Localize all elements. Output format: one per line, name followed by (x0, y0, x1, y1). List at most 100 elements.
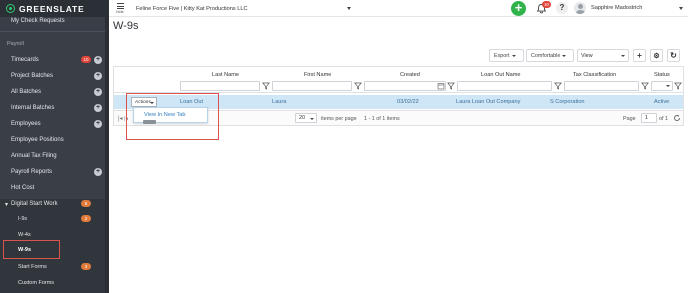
sidebar: GREENSLATE My Check Requests Payroll Tim… (0, 0, 109, 293)
chevron-down-icon (310, 117, 314, 120)
cell-first-name: Laura (272, 99, 287, 105)
timecards-count-badge: 10 (81, 56, 91, 63)
page-label: Page (623, 116, 636, 122)
sidebar-item-start-forms[interactable]: Start Forms 3 (0, 259, 109, 275)
sidebar-section-payroll: Payroll (7, 41, 24, 47)
sidebar-item-project-batches[interactable]: Project Batches + (0, 68, 109, 84)
items-per-page-label: items per page (321, 116, 357, 122)
add-payroll-report-icon[interactable]: + (94, 168, 102, 176)
project-name: Feline Force Five | Kitty Kat Production… (136, 5, 248, 12)
column-header-first-name[interactable]: First Name (304, 72, 331, 78)
column-header-created[interactable]: Created (400, 72, 420, 78)
sidebar-divider (0, 31, 109, 32)
loan-out-name-filter-input[interactable] (457, 81, 552, 91)
help-button[interactable]: ? (556, 2, 568, 14)
cell-status: Active (654, 99, 670, 105)
sidebar-item-label: Payroll Reports (11, 169, 53, 175)
tax-classification-filter-input[interactable] (564, 81, 639, 91)
sidebar-item-i9s[interactable]: I-9s 2 (0, 211, 109, 227)
filter-icon[interactable] (447, 82, 455, 90)
brand-name: GREENSLATE (19, 3, 85, 14)
sidebar-item-payroll-reports[interactable]: Payroll Reports + (0, 164, 109, 180)
pager-refresh-icon[interactable] (673, 114, 681, 122)
cell-loan-out-name: Laura Loan Out Company (456, 99, 521, 105)
user-name[interactable]: Sapphire Madostrich (591, 5, 642, 11)
sidebar-item-employee-positions[interactable]: Employee Positions (0, 132, 109, 148)
sidebar-scrollbar[interactable] (105, 17, 109, 293)
global-add-button[interactable]: + (511, 1, 526, 16)
refresh-icon[interactable]: ↻ (667, 49, 680, 62)
filter-icon[interactable] (554, 82, 562, 90)
sidebar-item-all-batches[interactable]: All Batches + (0, 84, 109, 100)
add-row-button[interactable]: + (633, 49, 646, 62)
sidebar-item-my-check-requests[interactable]: My Check Requests (0, 13, 109, 29)
sidebar-item-label: Internal Batches (11, 105, 55, 111)
chevron-down-icon (511, 54, 516, 57)
sidebar-item-label: Start Forms (18, 264, 47, 270)
hamburger-icon (116, 3, 124, 9)
sidebar-item-hot-cost[interactable]: Hot Cost (0, 180, 109, 196)
column-header-last-name[interactable]: Last Name (212, 72, 239, 78)
add-employee-icon[interactable]: + (94, 120, 102, 128)
export-button[interactable]: Export (489, 49, 524, 62)
filter-icon[interactable] (641, 82, 649, 90)
last-name-filter-input[interactable] (180, 81, 260, 91)
top-bar: hide Feline Force Five | Kitty Kat Produ… (109, 0, 688, 17)
chevron-down-icon (621, 55, 625, 57)
view-select[interactable]: View (577, 49, 629, 62)
cell-tax-classification: S Corporation (550, 99, 585, 105)
hide-label: hide (116, 9, 124, 14)
density-button[interactable]: Comfortable (526, 49, 574, 62)
add-internal-batch-icon[interactable]: + (94, 104, 102, 112)
chevron-down-icon[interactable] (679, 7, 683, 10)
sidebar-item-label: Employee Positions (11, 137, 64, 143)
column-header-tax-classification[interactable]: Tax Classification (573, 72, 616, 78)
status-filter-select[interactable] (651, 81, 673, 91)
sidebar-item-label: Annual Tax Filing (11, 153, 57, 159)
sidebar-item-employees[interactable]: Employees + (0, 116, 109, 132)
cell-created: 03/02/22 (397, 99, 419, 105)
sidebar-item-digital-start-work[interactable]: ▾ Digital Start Work 5 (0, 196, 109, 212)
sidebar-item-label: Custom Forms (18, 280, 55, 286)
items-range-text: 1 - 1 of 1 items (364, 116, 400, 122)
sidebar-item-label: My Check Requests (11, 18, 65, 24)
project-selector[interactable]: Feline Force Five | Kitty Kat Production… (135, 3, 351, 14)
sidebar-item-internal-batches[interactable]: Internal Batches + (0, 100, 109, 116)
filter-icon[interactable] (354, 82, 362, 90)
i9s-count-badge: 2 (81, 215, 91, 222)
column-header-loan-out-name[interactable]: Loan Out Name (481, 72, 521, 78)
filter-icon[interactable] (262, 82, 270, 90)
sidebar-item-label: Project Batches (11, 73, 54, 79)
view-label: View (581, 52, 593, 59)
chevron-down-icon (347, 7, 351, 10)
filter-icon[interactable] (674, 82, 682, 90)
add-project-batch-icon[interactable]: + (94, 72, 102, 80)
chevron-down-icon: ▾ (5, 201, 9, 208)
column-header-status[interactable]: Status (654, 72, 670, 78)
greenslate-logo-icon (6, 4, 15, 13)
sidebar-item-annual-tax-filing[interactable]: Annual Tax Filing (0, 148, 109, 164)
hide-sidebar-button[interactable]: hide (112, 2, 128, 15)
settings-gear-icon[interactable]: ⚙ (650, 49, 663, 62)
page-size-value: 20 (299, 115, 305, 121)
sidebar-item-timecards[interactable]: Timecards 10 + (0, 52, 109, 68)
user-avatar[interactable] (574, 2, 586, 14)
sidebar-item-label: Hot Cost (11, 185, 35, 191)
export-label: Export (494, 52, 510, 59)
add-batch-icon[interactable]: + (94, 88, 102, 96)
filter-row (114, 79, 683, 93)
first-name-filter-input[interactable] (272, 81, 352, 91)
add-timecard-icon[interactable]: + (94, 56, 102, 64)
created-filter-input[interactable] (364, 81, 446, 91)
page-size-select[interactable]: 20 (295, 113, 317, 123)
sidebar-item-custom-forms[interactable]: Custom Forms (0, 275, 109, 291)
page-number-input[interactable]: 1 (641, 113, 657, 123)
sidebar-item-label: Digital Start Work (11, 201, 58, 207)
digital-start-count-badge: 5 (81, 200, 91, 207)
sidebar-item-label: Employees (11, 121, 41, 127)
actions-highlight-box (126, 93, 219, 140)
first-page-icon[interactable]: |◂ (118, 115, 123, 122)
calendar-icon[interactable] (437, 82, 445, 90)
w9s-highlight-box (3, 240, 60, 259)
chevron-down-icon (562, 54, 567, 57)
